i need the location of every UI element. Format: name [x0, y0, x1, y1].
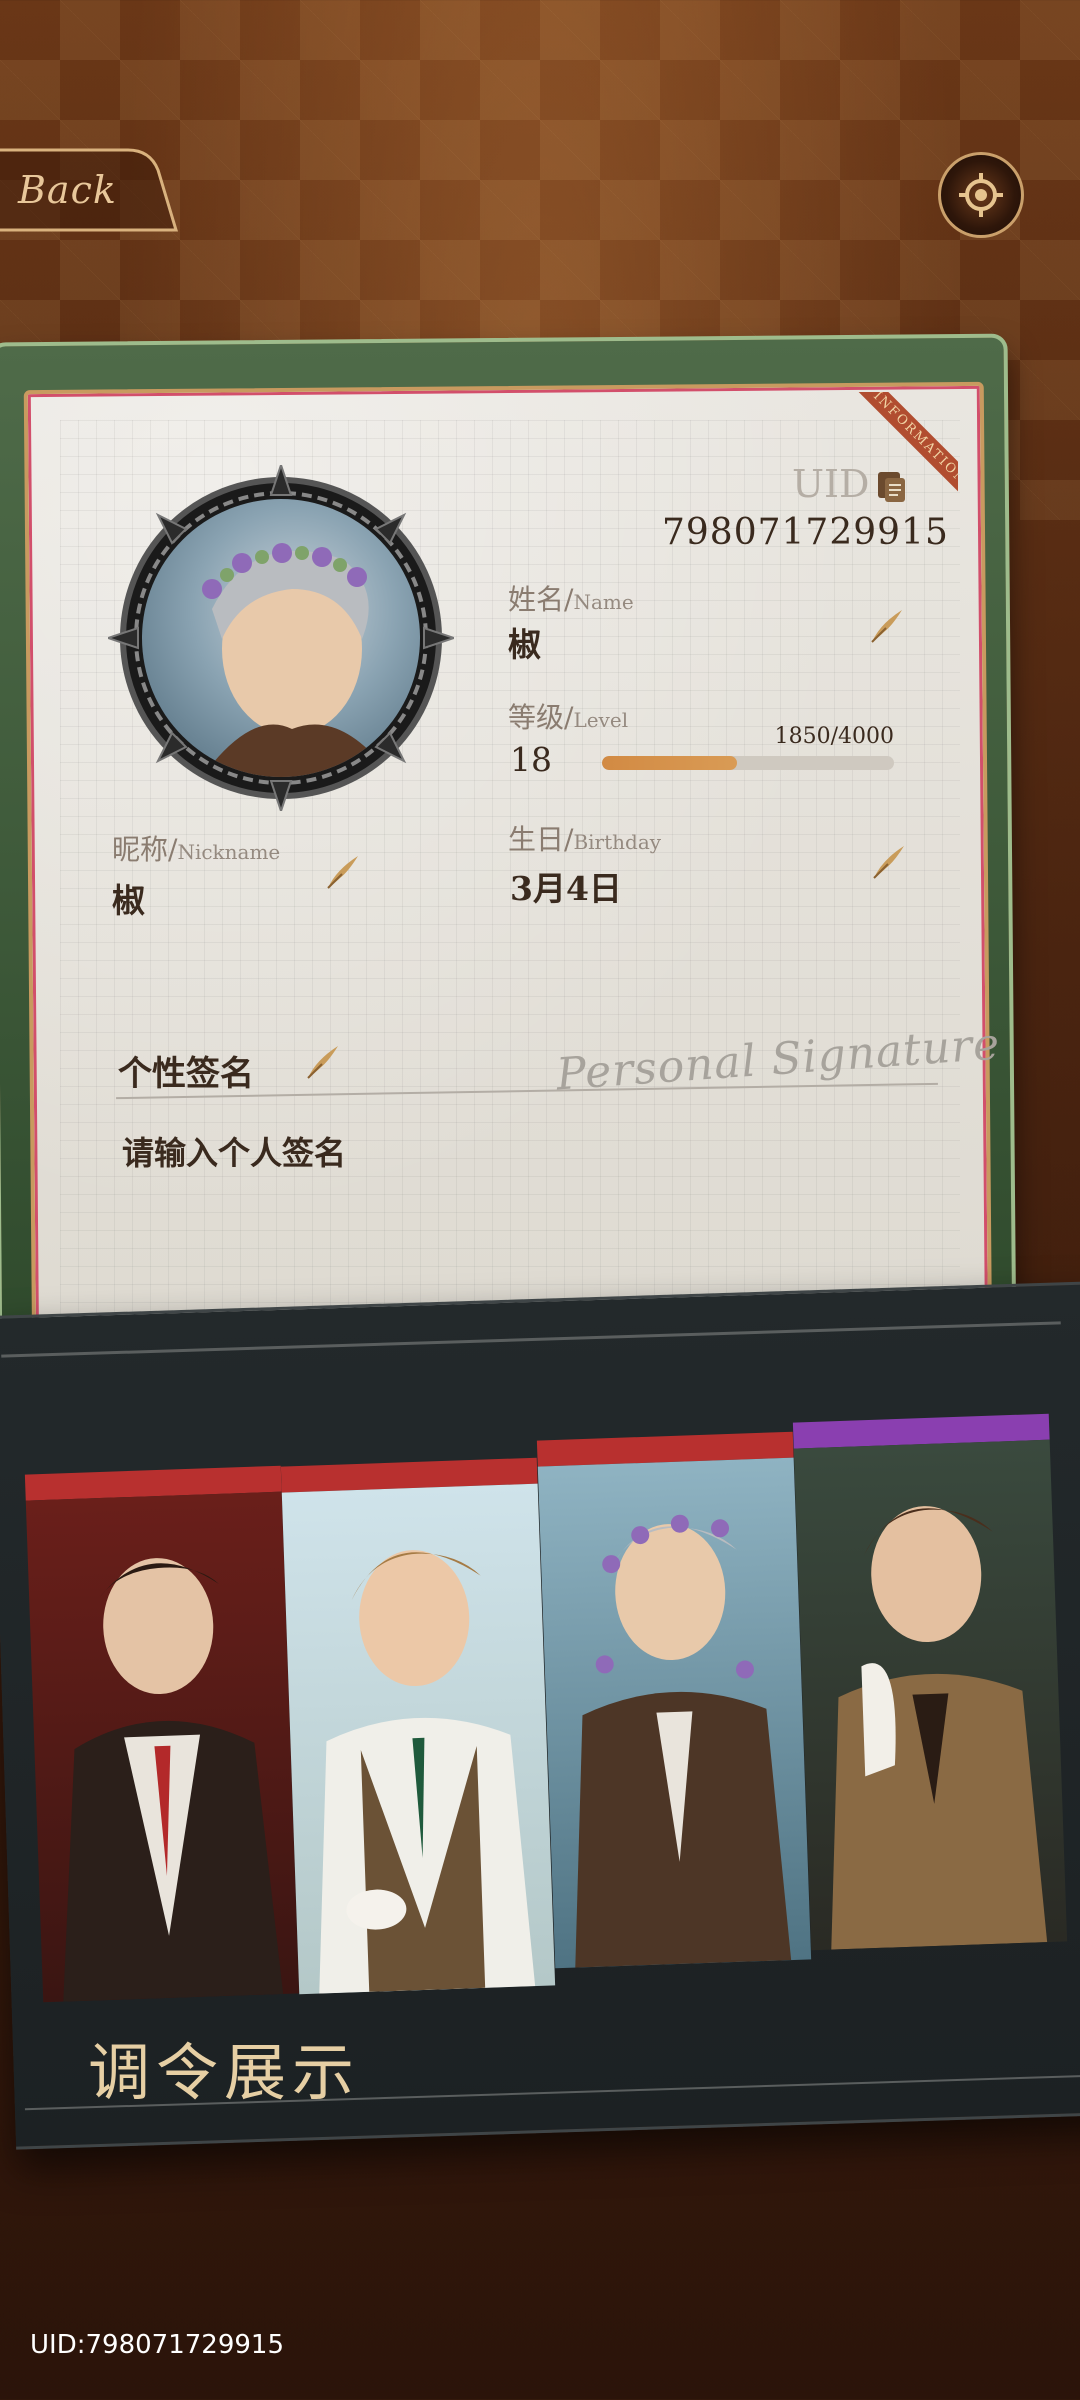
- name-value: 椒: [508, 625, 541, 664]
- nickname-label-en: Nickname: [177, 840, 281, 864]
- signature-title: 个性签名: [118, 1054, 254, 1094]
- back-label: Back: [18, 168, 117, 212]
- level-progress-bar: [602, 756, 894, 770]
- back-button[interactable]: Back: [0, 146, 180, 232]
- uid-label: UID: [792, 462, 870, 506]
- nickname-label: 昵称/Nickname: [112, 828, 280, 868]
- settings-button[interactable]: [938, 152, 1024, 238]
- showcase-card-2-art: [281, 1483, 556, 1995]
- gear-icon: [959, 173, 1003, 217]
- showcase-card-1-art: [25, 1491, 300, 2003]
- edit-birthday-icon[interactable]: [868, 842, 908, 882]
- nickname-value: 椒: [112, 881, 145, 920]
- birthday-value: 3月4日: [510, 869, 622, 908]
- uid-value: 798071729915: [662, 512, 949, 553]
- edit-name-icon[interactable]: [866, 606, 906, 646]
- showcase-card-2[interactable]: [280, 1457, 556, 1995]
- avatar-portrait: [142, 499, 420, 777]
- birthday-label-cn: 生日/: [508, 823, 574, 856]
- footer-uid: UID:798071729915: [30, 2330, 284, 2360]
- name-label-cn: 姓名/: [508, 583, 574, 616]
- showcase-card-4-art: [793, 1439, 1068, 1951]
- level-progress-text: 1850/4000: [774, 724, 894, 749]
- showcase-card-3[interactable]: [536, 1431, 812, 1969]
- showcase-card-4[interactable]: [792, 1413, 1068, 1951]
- showcase-title: 调令展示: [88, 2036, 361, 2109]
- showcase-card-1[interactable]: [24, 1465, 300, 2003]
- birthday-label-en: Birthday: [573, 830, 662, 854]
- edit-nickname-icon[interactable]: [322, 852, 362, 892]
- level-label-en: Level: [573, 708, 629, 732]
- nickname-label-cn: 昵称/: [112, 833, 178, 866]
- copy-icon[interactable]: [876, 470, 908, 504]
- showcase-card-3-art: [537, 1457, 812, 1969]
- avatar[interactable]: [108, 465, 454, 811]
- level-progress-fill: [602, 756, 738, 770]
- level-label-cn: 等级/: [508, 701, 574, 734]
- birthday-label: 生日/Birthday: [508, 818, 661, 858]
- name-label-en: Name: [573, 590, 634, 614]
- signature-input[interactable]: 请输入个人签名: [122, 1128, 346, 1174]
- edit-signature-icon[interactable]: [302, 1042, 342, 1082]
- level-value: 18: [510, 740, 552, 779]
- level-label: 等级/Level: [508, 696, 628, 736]
- name-label: 姓名/Name: [508, 578, 634, 618]
- showcase-border-top: [1, 1321, 1061, 1358]
